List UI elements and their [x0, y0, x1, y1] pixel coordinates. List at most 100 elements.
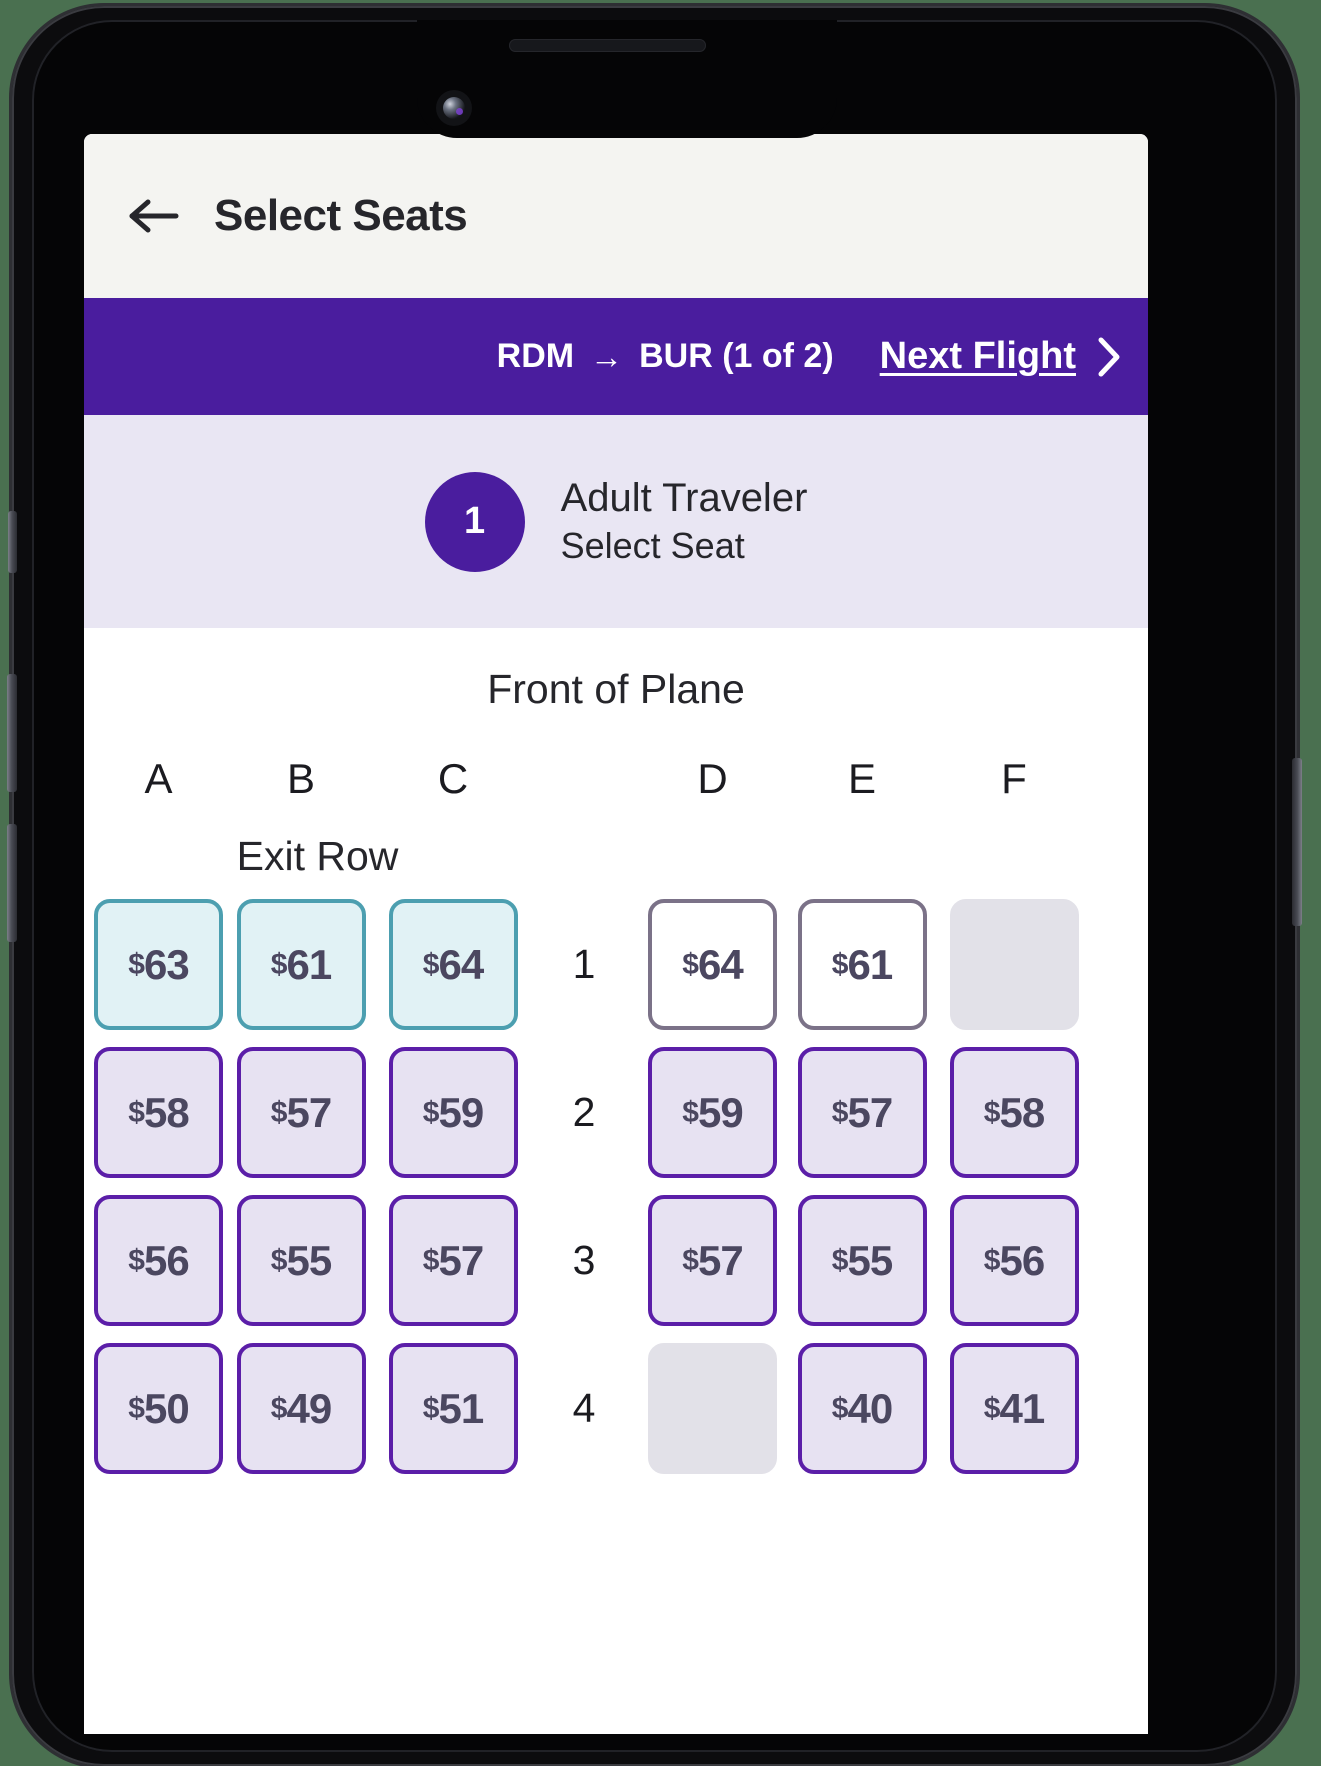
seat-2D[interactable]: $59 [648, 1047, 777, 1178]
seat-price: 58 [143, 1088, 190, 1136]
seat-1B[interactable]: $61 [236, 899, 366, 1030]
power-button[interactable] [1292, 758, 1302, 926]
volume-up-button[interactable] [7, 674, 17, 792]
seat-price: 61 [286, 940, 332, 988]
seat-4F[interactable]: $41 [949, 1343, 1079, 1474]
currency-symbol: $ [831, 1243, 849, 1277]
volume-down-button[interactable] [7, 824, 17, 942]
currency-symbol: $ [422, 1095, 440, 1129]
silence-switch-button[interactable] [8, 511, 17, 573]
route-destination: BUR (1 of 2) [639, 337, 834, 375]
exit-row-line: Exit Row [84, 813, 1148, 899]
seat-column-header-d: D [697, 755, 728, 802]
seat-1D[interactable]: $64 [648, 899, 777, 1030]
next-flight-button[interactable]: Next Flight [880, 335, 1126, 379]
seat-map: Front of Plane ABCDEF Exit Row $63 $61 $64… [84, 628, 1148, 1474]
currency-symbol: $ [270, 1391, 288, 1425]
traveler-type-label: Adult Traveler [560, 476, 808, 520]
traveler-number-badge: 1 [424, 471, 525, 572]
seat-row-number: 2 [572, 1089, 596, 1135]
currency-symbol: $ [128, 1095, 145, 1129]
currency-symbol: $ [128, 1243, 145, 1277]
seat-4A[interactable]: $50 [94, 1343, 223, 1474]
phone-frame: Select Seats RDM → BUR (1 of 2) Next Fli… [7, 6, 1302, 1766]
phone-screen: Select Seats RDM → BUR (1 of 2) Next Fli… [84, 134, 1148, 1734]
currency-symbol: $ [682, 947, 699, 981]
flight-nav-bar: RDM → BUR (1 of 2) Next Flight [84, 298, 1148, 415]
seat-1A[interactable]: $63 [94, 899, 223, 1030]
seat-1C[interactable]: $64 [388, 899, 518, 1030]
traveler-strip[interactable]: 1 Adult Traveler Select Seat [84, 415, 1148, 628]
seat-row: $63 $61 $64 1 $64 $61 [84, 899, 1148, 1030]
seat-4E[interactable]: $40 [797, 1343, 927, 1474]
currency-symbol: $ [270, 1095, 288, 1129]
seat-price: 58 [999, 1088, 1045, 1136]
notch [417, 20, 837, 138]
seat-price: 56 [143, 1236, 190, 1284]
seat-price: 57 [697, 1236, 744, 1284]
seat-row: $50 $49 $51 4 $40 $41 [84, 1343, 1148, 1474]
seat-2E[interactable]: $57 [797, 1047, 927, 1178]
currency-symbol: $ [831, 947, 849, 981]
currency-symbol: $ [422, 947, 440, 981]
currency-symbol: $ [983, 1095, 1001, 1129]
seat-column-header-e: E [847, 755, 876, 802]
back-arrow-icon[interactable] [128, 190, 180, 242]
seat-3E[interactable]: $55 [797, 1195, 927, 1326]
currency-symbol: $ [682, 1243, 699, 1277]
seat-3D[interactable]: $57 [648, 1195, 777, 1326]
earpiece-speaker-icon [509, 39, 706, 52]
seat-price: 55 [286, 1236, 332, 1284]
chevron-right-icon [1096, 335, 1122, 379]
route-arrow-icon: → [590, 337, 624, 375]
seat-3A[interactable]: $56 [94, 1195, 223, 1326]
seat-4D [648, 1343, 777, 1474]
seat-2B[interactable]: $57 [236, 1047, 366, 1178]
seat-price: 63 [143, 940, 190, 988]
traveler-action-label: Select Seat [560, 525, 745, 566]
seat-price: 40 [847, 1384, 893, 1432]
route-origin: RDM [496, 337, 575, 375]
currency-symbol: $ [983, 1391, 1001, 1425]
seat-row-number: 3 [572, 1237, 596, 1283]
seat-price: 61 [847, 940, 893, 988]
seat-1E[interactable]: $61 [797, 899, 927, 1030]
traveler-info: Adult Traveler Select Seat [561, 476, 808, 567]
seat-column-header-b: B [286, 755, 315, 802]
front-camera-icon [436, 90, 472, 126]
seat-column-header-f: F [1001, 755, 1027, 802]
seat-price: 57 [286, 1088, 332, 1136]
seat-price: 49 [286, 1384, 332, 1432]
seat-price: 64 [697, 940, 744, 988]
seat-price: 50 [143, 1384, 190, 1432]
seat-row-number: 1 [572, 941, 596, 987]
seat-3F[interactable]: $56 [949, 1195, 1079, 1326]
currency-symbol: $ [422, 1243, 440, 1277]
flight-route: RDM → BUR (1 of 2) [497, 337, 834, 376]
seat-price: 55 [847, 1236, 893, 1284]
currency-symbol: $ [270, 1243, 288, 1277]
seat-price: 57 [438, 1236, 484, 1284]
seat-column-headers: A B C D E F [84, 755, 1148, 803]
currency-symbol: $ [831, 1391, 849, 1425]
currency-symbol: $ [128, 947, 145, 981]
app-header: Select Seats [84, 134, 1148, 298]
seat-row: $56 $55 $57 3 $57 $55 $56 [84, 1195, 1148, 1326]
seat-2A[interactable]: $58 [94, 1047, 223, 1178]
seat-4B[interactable]: $49 [236, 1343, 366, 1474]
seat-2F[interactable]: $58 [949, 1047, 1079, 1178]
next-flight-label: Next Flight [879, 335, 1076, 377]
seat-column-header-c: C [437, 755, 469, 802]
currency-symbol: $ [682, 1095, 699, 1129]
seat-price: 59 [438, 1088, 484, 1136]
seat-price: 57 [847, 1088, 893, 1136]
seat-column-header-a: A [144, 755, 173, 802]
seat-price: 64 [438, 940, 484, 988]
seat-3C[interactable]: $57 [388, 1195, 518, 1326]
seat-price: 56 [999, 1236, 1045, 1284]
currency-symbol: $ [128, 1391, 145, 1425]
currency-symbol: $ [831, 1095, 849, 1129]
seat-2C[interactable]: $59 [388, 1047, 518, 1178]
seat-3B[interactable]: $55 [236, 1195, 366, 1326]
seat-4C[interactable]: $51 [388, 1343, 518, 1474]
